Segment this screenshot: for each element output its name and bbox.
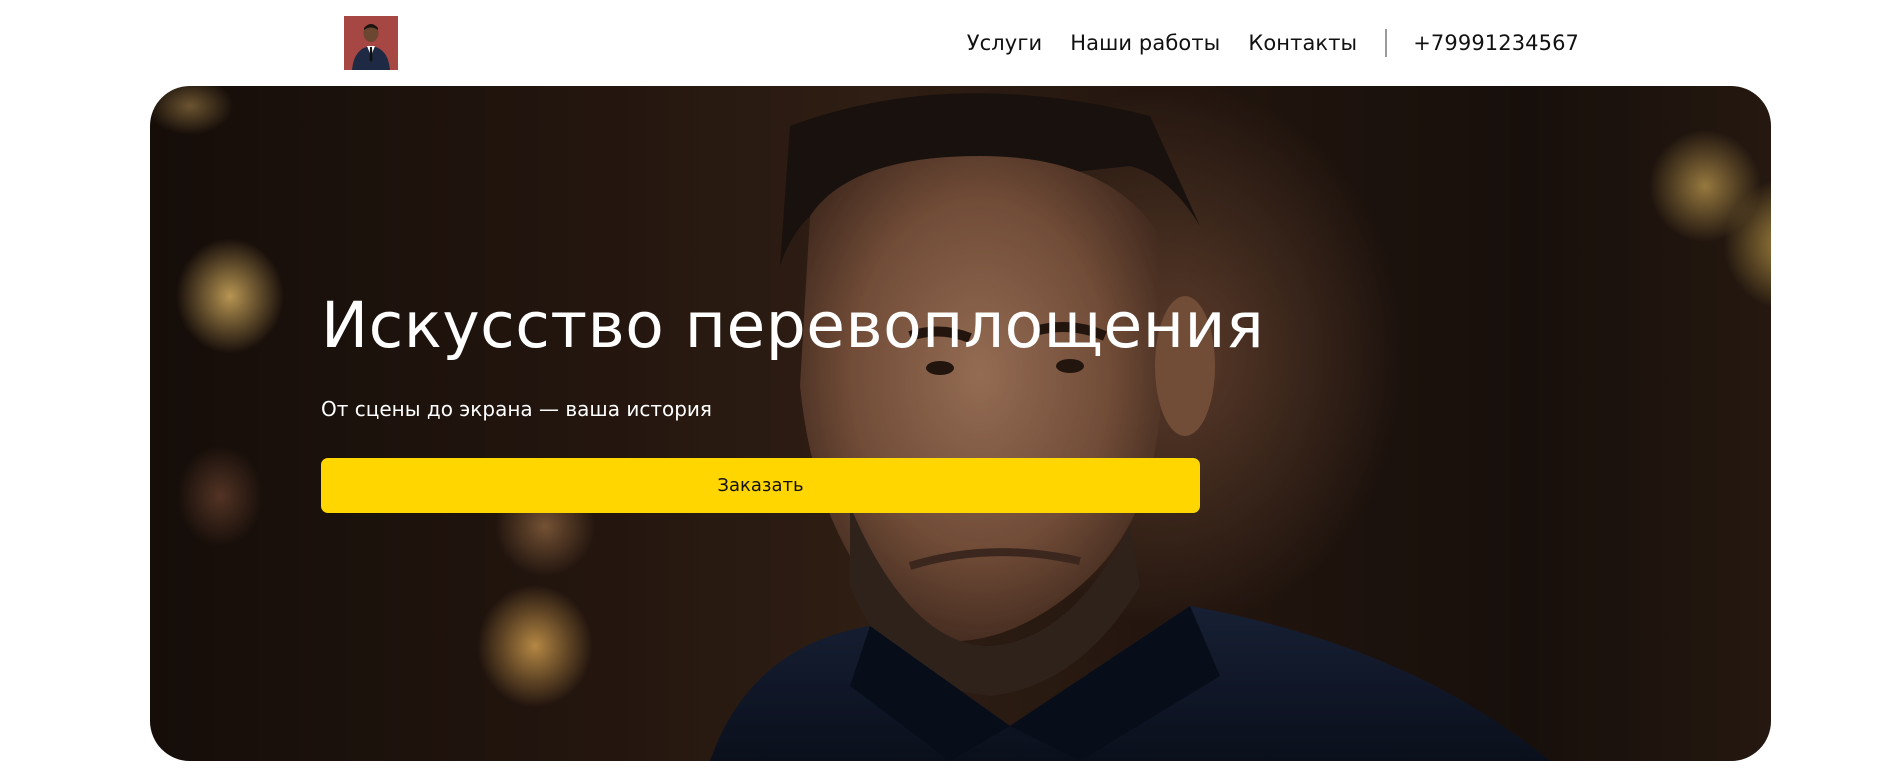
hero-title: Искусство перевоплощения: [321, 289, 1265, 362]
site-header: Услуги Наши работы Контакты +79991234567: [0, 0, 1895, 86]
nav-item-contacts[interactable]: Контакты: [1248, 28, 1357, 58]
nav-item-portfolio[interactable]: Наши работы: [1070, 28, 1220, 58]
nav-item-services[interactable]: Услуги: [967, 28, 1042, 58]
phone-link[interactable]: +79991234567: [1413, 28, 1579, 58]
man-in-suit-avatar-icon: [344, 16, 398, 70]
hero-overlay: [150, 86, 1771, 761]
logo[interactable]: [344, 16, 398, 70]
order-button[interactable]: Заказать: [321, 458, 1200, 513]
main-nav: Услуги Наши работы Контакты +79991234567: [967, 28, 1579, 58]
hero-banner: Искусство перевоплощения От сцены до экр…: [150, 86, 1771, 761]
nav-divider: [1385, 29, 1388, 57]
hero-subtitle: От сцены до экрана — ваша история: [321, 397, 712, 421]
